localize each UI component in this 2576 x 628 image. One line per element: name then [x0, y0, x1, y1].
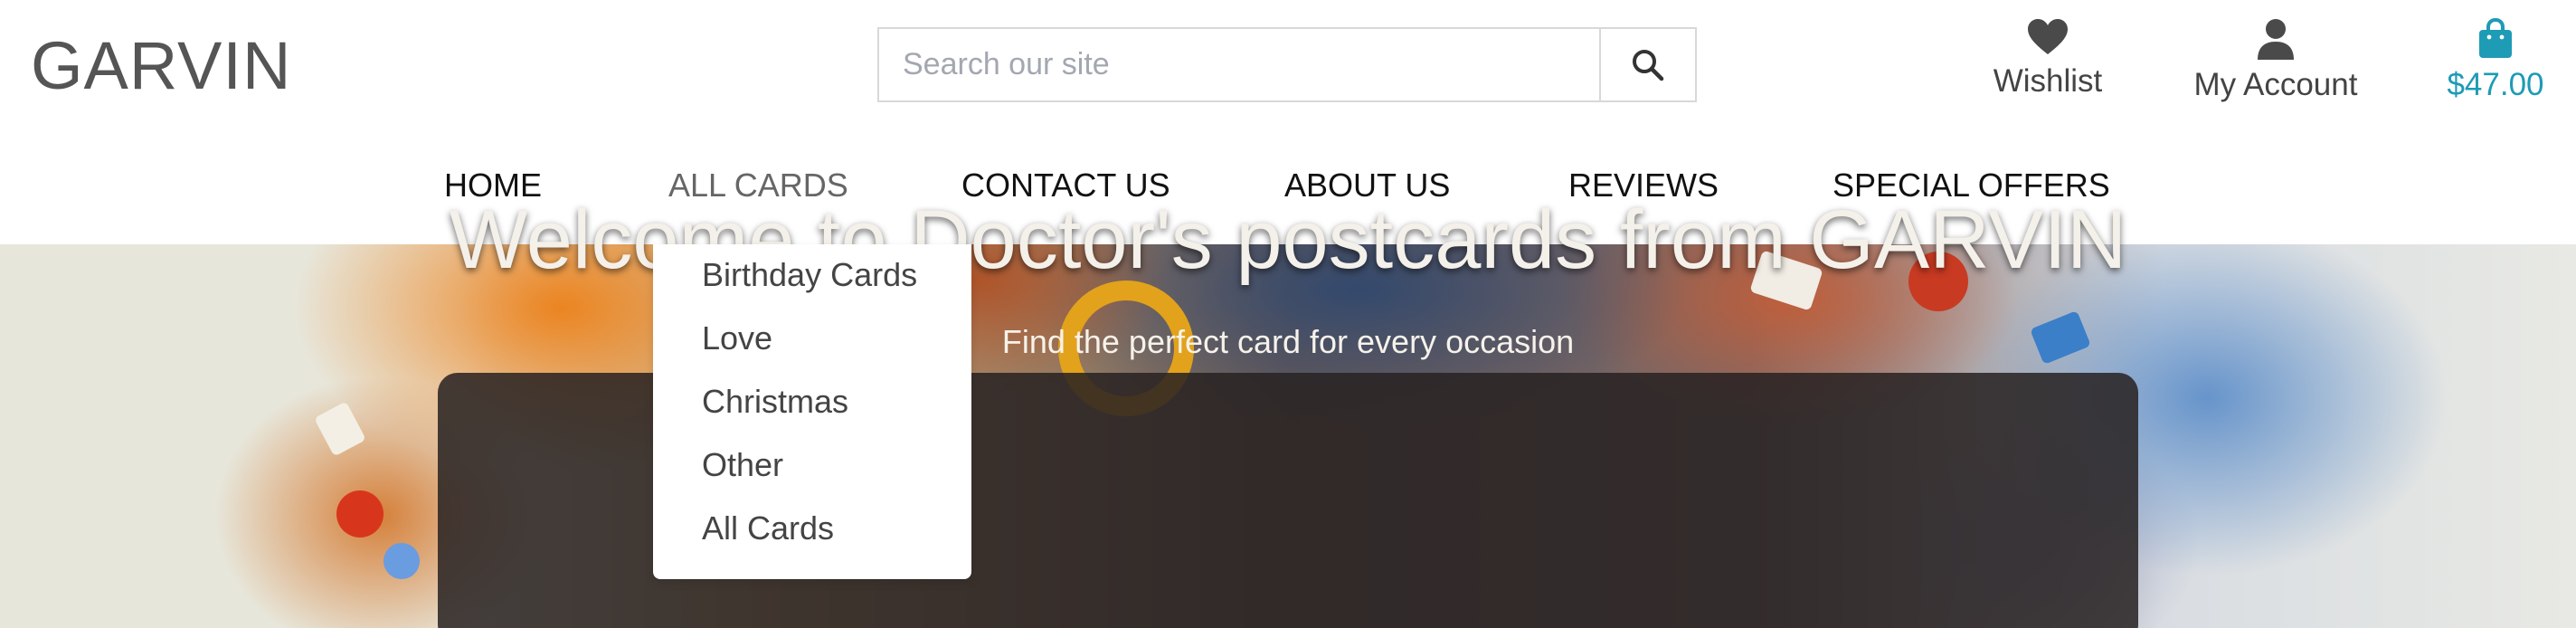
wishlist-link[interactable]: Wishlist: [1981, 18, 2115, 100]
heart-icon: [2028, 19, 2068, 54]
dropdown-item-other[interactable]: Other: [702, 445, 783, 485]
hero-banner: [0, 244, 2576, 628]
search-icon: [1633, 49, 1664, 81]
shopping-bag-icon: [2479, 18, 2512, 58]
hero-red-ball-decoration: [336, 490, 384, 538]
cart-total: $47.00: [2447, 67, 2544, 102]
all-cards-dropdown: Birthday Cards Love Christmas Other All …: [653, 244, 971, 579]
hero-subtitle: Find the perfect card for every occasion: [1001, 323, 1575, 360]
hero-blue-ball-decoration: [384, 543, 420, 579]
search-bar: [877, 27, 1697, 102]
search-button[interactable]: [1599, 27, 1697, 102]
user-icon: [2258, 19, 2294, 60]
my-account-label: My Account: [2193, 67, 2358, 102]
my-account-link[interactable]: My Account: [2180, 18, 2372, 103]
dropdown-item-all-cards[interactable]: All Cards: [702, 509, 834, 548]
site-logo[interactable]: GARVIN: [31, 27, 291, 105]
dropdown-item-christmas[interactable]: Christmas: [702, 382, 848, 422]
hero-title: Welcome to Doctor's postcards from GARVI…: [449, 194, 2127, 286]
wishlist-label: Wishlist: [1993, 63, 2103, 99]
dropdown-item-birthday-cards[interactable]: Birthday Cards: [702, 255, 917, 295]
search-input[interactable]: [877, 27, 1599, 102]
dropdown-item-love[interactable]: Love: [702, 319, 772, 358]
cart-link[interactable]: $47.00: [2433, 18, 2558, 103]
hero-paper-decoration: [314, 401, 366, 457]
